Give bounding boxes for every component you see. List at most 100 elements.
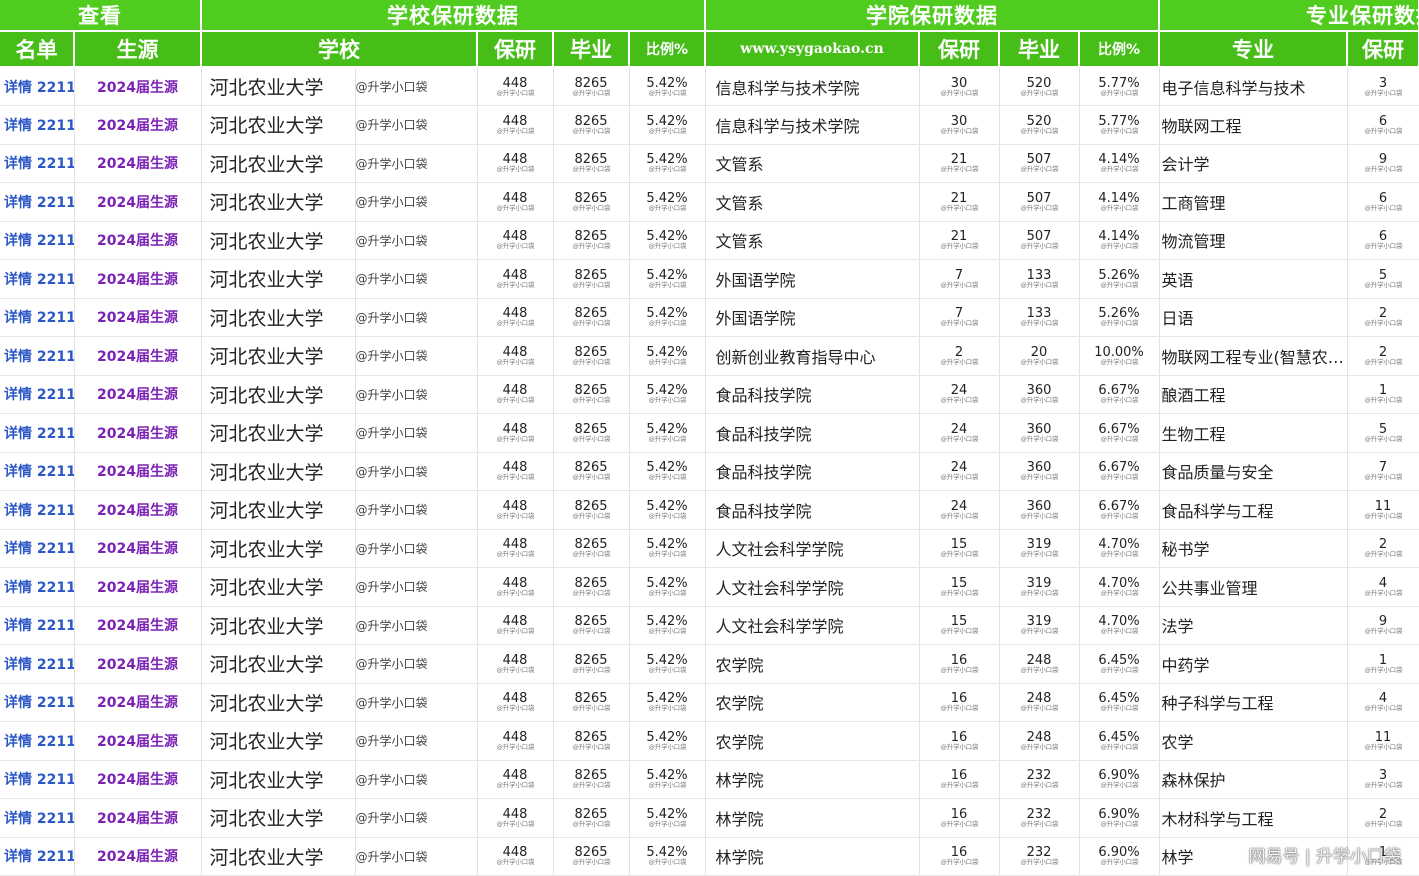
source-link[interactable]: 2024届生源 [74, 606, 201, 645]
detail-link[interactable]: 详情 2211 [0, 221, 74, 260]
detail-link[interactable]: 详情 2211 [0, 645, 74, 684]
school-ratio: 5.42%@升学小口袋 [629, 837, 705, 876]
college-baoyan: 15@升学小口袋 [919, 529, 999, 568]
detail-link[interactable]: 详情 2211 [0, 106, 74, 145]
college-graduates: 319@升学小口袋 [999, 529, 1079, 568]
school-baoyan: 448@升学小口袋 [477, 221, 553, 260]
school-name: 河北农业大学 [201, 337, 355, 376]
col-college-ratio[interactable]: 比例% [1079, 31, 1159, 67]
school-name: 河北农业大学 [201, 375, 355, 414]
group-school-data: 学校保研数据 [201, 0, 705, 31]
source-link[interactable]: 2024届生源 [74, 452, 201, 491]
source-link[interactable]: 2024届生源 [74, 183, 201, 222]
source-link[interactable]: 2024届生源 [74, 337, 201, 376]
source-link[interactable]: 2024届生源 [74, 529, 201, 568]
detail-link[interactable]: 详情 2211 [0, 799, 74, 838]
source-link[interactable]: 2024届生源 [74, 722, 201, 761]
detail-link[interactable]: 详情 2211 [0, 260, 74, 299]
source-link[interactable]: 2024届生源 [74, 568, 201, 607]
school-graduates: 8265@升学小口袋 [553, 491, 629, 530]
detail-link[interactable]: 详情 2211 [0, 375, 74, 414]
col-major[interactable]: 专业 [1159, 31, 1347, 67]
detail-link[interactable]: 详情 2211 [0, 337, 74, 376]
college-graduates: 232@升学小口袋 [999, 837, 1079, 876]
major-baoyan: 2@升学小口袋 [1347, 337, 1419, 376]
detail-link[interactable]: 详情 2211 [0, 760, 74, 799]
school-watermark: @升学小口袋 [355, 375, 477, 414]
source-link[interactable]: 2024届生源 [74, 375, 201, 414]
detail-link[interactable]: 详情 2211 [0, 722, 74, 761]
col-college-baoyan[interactable]: 保研 [919, 31, 999, 67]
college-ratio: 6.90%@升学小口袋 [1079, 837, 1159, 876]
table-row: 详情 22112024届生源河北农业大学@升学小口袋448@升学小口袋8265@… [0, 452, 1419, 491]
school-baoyan: 448@升学小口袋 [477, 414, 553, 453]
col-school[interactable]: 学校 [201, 31, 477, 67]
source-link[interactable]: 2024届生源 [74, 760, 201, 799]
source-link[interactable]: 2024届生源 [74, 799, 201, 838]
source-link[interactable]: 2024届生源 [74, 837, 201, 876]
detail-link[interactable]: 详情 2211 [0, 67, 74, 106]
school-baoyan: 448@升学小口袋 [477, 529, 553, 568]
major-name: 物联网工程专业(智慧农… [1159, 337, 1347, 376]
source-link[interactable]: 2024届生源 [74, 221, 201, 260]
col-source[interactable]: 生源 [74, 31, 201, 67]
table-row: 详情 22112024届生源河北农业大学@升学小口袋448@升学小口袋8265@… [0, 221, 1419, 260]
school-watermark: @升学小口袋 [355, 799, 477, 838]
school-name: 河北农业大学 [201, 144, 355, 183]
college-name: 食品科技学院 [705, 491, 919, 530]
school-name: 河北农业大学 [201, 452, 355, 491]
source-link[interactable]: 2024届生源 [74, 683, 201, 722]
detail-link[interactable]: 详情 2211 [0, 452, 74, 491]
detail-link[interactable]: 详情 2211 [0, 606, 74, 645]
school-baoyan: 448@升学小口袋 [477, 491, 553, 530]
detail-link[interactable]: 详情 2211 [0, 183, 74, 222]
school-baoyan: 448@升学小口袋 [477, 67, 553, 106]
college-graduates: 507@升学小口袋 [999, 183, 1079, 222]
source-link[interactable]: 2024届生源 [74, 298, 201, 337]
major-baoyan: 6@升学小口袋 [1347, 183, 1419, 222]
source-link[interactable]: 2024届生源 [74, 67, 201, 106]
college-baoyan: 16@升学小口袋 [919, 683, 999, 722]
source-link[interactable]: 2024届生源 [74, 106, 201, 145]
college-baoyan: 2@升学小口袋 [919, 337, 999, 376]
school-watermark: @升学小口袋 [355, 144, 477, 183]
detail-link[interactable]: 详情 2211 [0, 491, 74, 530]
detail-link[interactable]: 详情 2211 [0, 683, 74, 722]
school-ratio: 5.42%@升学小口袋 [629, 337, 705, 376]
major-baoyan: 4@升学小口袋 [1347, 683, 1419, 722]
source-link[interactable]: 2024届生源 [74, 260, 201, 299]
source-link[interactable]: 2024届生源 [74, 144, 201, 183]
footer-watermark: 网易号 | 升学小口袋 [1248, 842, 1401, 867]
school-graduates: 8265@升学小口袋 [553, 452, 629, 491]
detail-link[interactable]: 详情 2211 [0, 529, 74, 568]
college-graduates: 507@升学小口袋 [999, 144, 1079, 183]
school-watermark: @升学小口袋 [355, 298, 477, 337]
col-school-baoyan[interactable]: 保研 [477, 31, 553, 67]
detail-link[interactable]: 详情 2211 [0, 837, 74, 876]
college-graduates: 520@升学小口袋 [999, 67, 1079, 106]
college-baoyan: 21@升学小口袋 [919, 183, 999, 222]
college-ratio: 4.70%@升学小口袋 [1079, 568, 1159, 607]
col-major-baoyan[interactable]: 保研 [1347, 31, 1419, 67]
school-ratio: 5.42%@升学小口袋 [629, 375, 705, 414]
school-baoyan: 448@升学小口袋 [477, 452, 553, 491]
col-school-graduates[interactable]: 毕业 [553, 31, 629, 67]
col-list[interactable]: 名单 [0, 31, 74, 67]
col-school-ratio[interactable]: 比例% [629, 31, 705, 67]
school-name: 河北农业大学 [201, 645, 355, 684]
source-link[interactable]: 2024届生源 [74, 414, 201, 453]
detail-link[interactable]: 详情 2211 [0, 144, 74, 183]
school-graduates: 8265@升学小口袋 [553, 606, 629, 645]
table-row: 详情 22112024届生源河北农业大学@升学小口袋448@升学小口袋8265@… [0, 298, 1419, 337]
source-link[interactable]: 2024届生源 [74, 645, 201, 684]
college-ratio: 6.67%@升学小口袋 [1079, 491, 1159, 530]
detail-link[interactable]: 详情 2211 [0, 298, 74, 337]
school-baoyan: 448@升学小口袋 [477, 645, 553, 684]
detail-link[interactable]: 详情 2211 [0, 414, 74, 453]
detail-link[interactable]: 详情 2211 [0, 568, 74, 607]
col-college-graduates[interactable]: 毕业 [999, 31, 1079, 67]
school-watermark: @升学小口袋 [355, 414, 477, 453]
major-name: 秘书学 [1159, 529, 1347, 568]
source-link[interactable]: 2024届生源 [74, 491, 201, 530]
school-name: 河北农业大学 [201, 837, 355, 876]
